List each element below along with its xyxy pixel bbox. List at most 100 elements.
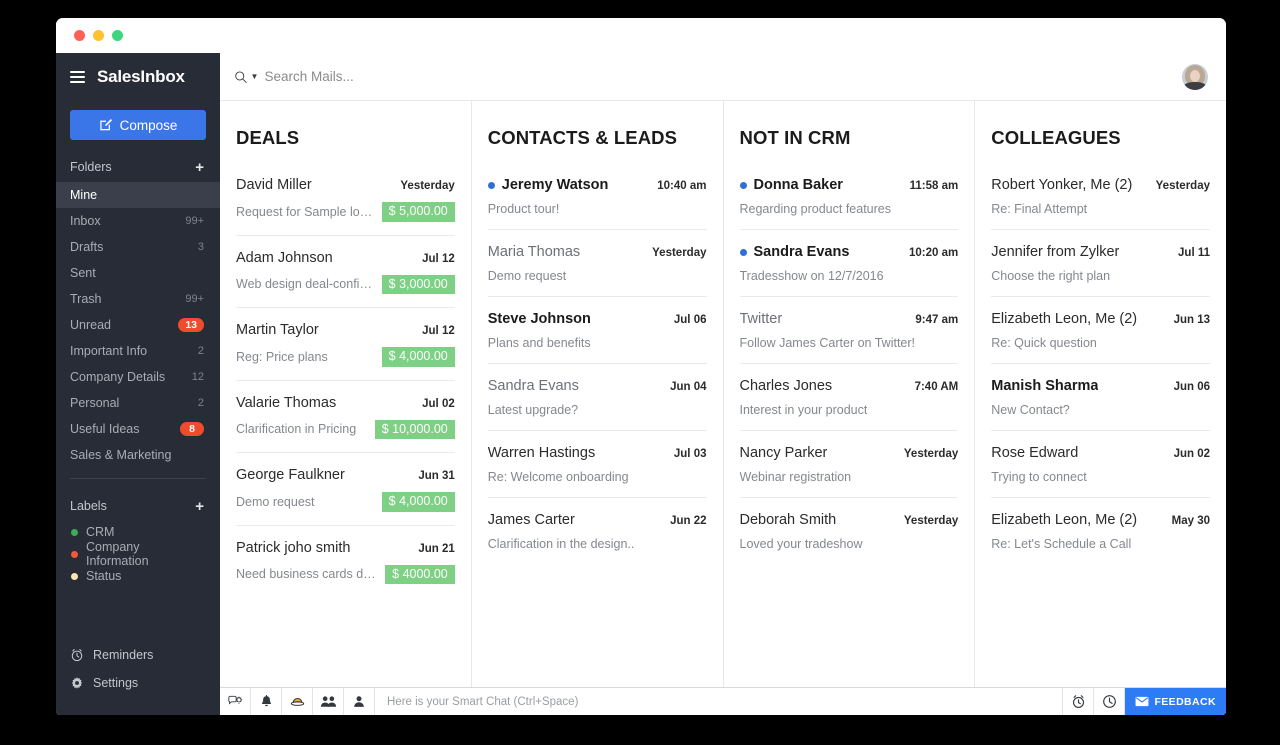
mail-item-footer: Need business cards desi.... $ 4000.00 xyxy=(236,564,455,584)
mail-sender-name: Sandra Evans xyxy=(487,378,579,394)
minimize-window-button[interactable] xyxy=(93,30,104,41)
mail-list-item[interactable]: James Carter Jun 22 Clarification in the d… xyxy=(488,498,707,564)
hamburger-menu-icon[interactable] xyxy=(70,71,85,83)
sidebar-item-important-info[interactable]: Important Info 2 xyxy=(56,338,220,364)
mail-item-footer: Re: Quick question xyxy=(991,336,1210,350)
mail-item-header: Martin Taylor Jul 12 xyxy=(236,322,455,338)
mail-list-item[interactable]: Donna Baker 11:58 am Regarding product fea… xyxy=(739,163,959,230)
bell-icon[interactable] xyxy=(251,688,282,715)
mail-item-header: Elizabeth Leon, Me (2) Jun 13 xyxy=(991,311,1210,327)
mail-list-item[interactable]: Jeremy Watson 10:40 am Product tour! xyxy=(487,163,707,230)
search-icon[interactable] xyxy=(234,70,248,84)
mail-list-item[interactable]: Sandra Evans 10:20 am Tradesshow on 12/7/2… xyxy=(739,230,959,297)
mail-date: Jun 21 xyxy=(418,542,455,555)
mail-list-item[interactable]: Jennifer from Zylker Jul 11 Choose the rig… xyxy=(991,230,1210,297)
sidebar-item-company-details[interactable]: Company Details 12 xyxy=(56,364,220,390)
folder-label: Useful Ideas xyxy=(70,422,140,436)
feedback-button[interactable]: FEEDBACK xyxy=(1125,688,1226,715)
folders-section-header: Folders + xyxy=(56,152,220,182)
close-window-button[interactable] xyxy=(74,30,85,41)
mail-sender-wrapper: Donna Baker xyxy=(739,177,843,193)
mail-item-header: Rose Edward Jun 02 xyxy=(991,445,1210,461)
user-avatar[interactable] xyxy=(1182,63,1208,90)
mail-list-item[interactable]: Rose Edward Jun 02 Trying to connect xyxy=(991,431,1210,498)
sidebar-item-inbox[interactable]: Inbox 99+ xyxy=(56,208,220,234)
search-options-chevron-down-icon[interactable]: ▼ xyxy=(251,72,259,81)
mail-list-item[interactable]: Twitter 9:47 am Follow James Carter on Twi… xyxy=(739,297,959,364)
mail-list-item[interactable]: Maria Thomas Yesterday Demo request xyxy=(487,230,707,297)
sidebar-label-status[interactable]: Status xyxy=(56,565,220,587)
pencil-compose-icon xyxy=(99,119,112,131)
mail-item-footer: Reg: Price plans $ 4,000.00 xyxy=(236,347,455,367)
sidebar-item-trash[interactable]: Trash 99+ xyxy=(56,286,220,312)
mail-item-header: Warren Hastings Jul 03 xyxy=(488,445,707,461)
mail-list-item[interactable]: Steve Johnson Jul 06 Plans and benefits xyxy=(487,297,707,364)
sidebar-item-sales-marketing[interactable]: Sales & Marketing xyxy=(56,442,220,468)
compose-button[interactable]: Compose xyxy=(70,110,206,140)
feedback-label: FEEDBACK xyxy=(1154,695,1216,708)
mail-list-item[interactable]: Elizabeth Leon, Me (2) Jun 13 Re: Quick qu… xyxy=(991,297,1210,364)
add-folder-icon[interactable]: + xyxy=(195,160,204,175)
brand-header: SalesInbox xyxy=(56,53,220,101)
add-label-icon[interactable]: + xyxy=(195,499,204,514)
sidebar-item-unread[interactable]: Unread 13 xyxy=(56,312,220,338)
single-contact-icon[interactable] xyxy=(344,688,375,715)
mail-list-item[interactable]: Robert Yonker, Me (2) Yesterday Re: Final … xyxy=(991,163,1210,230)
mail-item-header: Maria Thomas Yesterday xyxy=(488,244,707,260)
column-title: DEALS xyxy=(236,127,300,148)
mail-date: Yesterday xyxy=(400,180,455,192)
mail-item-footer: Interest in your product xyxy=(740,403,959,417)
mail-list-item[interactable]: Sandra Evans Jun 04 Latest upgrade? xyxy=(487,364,707,431)
folder-unread-badge: 13 xyxy=(178,318,204,332)
smart-chat-input[interactable]: Here is your Smart Chat (Ctrl+Space) xyxy=(375,688,1064,715)
mail-subject: Clarification in Pricing xyxy=(236,422,357,437)
mail-item-footer: Product tour! xyxy=(488,202,707,216)
group-contacts-icon[interactable] xyxy=(313,688,344,715)
sidebar-item-drafts[interactable]: Drafts 3 xyxy=(56,234,220,260)
mail-subject: Interest in your product xyxy=(739,403,868,417)
reminders-label: Reminders xyxy=(93,648,154,662)
sidebar-item-mine[interactable]: Mine xyxy=(56,182,220,208)
mail-list-item[interactable]: Manish Sharma Jun 06 New Contact? xyxy=(991,364,1210,431)
mail-sender-name: Donna Baker xyxy=(753,177,843,193)
sidebar-label-company-information[interactable]: Company Information xyxy=(56,540,220,568)
mail-list-item[interactable]: Patrick joho smith Jun 21 Need business ca… xyxy=(236,526,455,598)
mail-item-footer: Re: Final Attempt xyxy=(991,202,1210,216)
sidebar-item-settings[interactable]: Settings xyxy=(56,669,220,697)
unread-dot-icon xyxy=(739,248,747,256)
sidebar-bottom-actions: Reminders Settings xyxy=(56,641,220,715)
mail-sender-name: Warren Hastings xyxy=(487,445,596,461)
sidebar-item-reminders[interactable]: Reminders xyxy=(56,641,220,669)
mail-list-item[interactable]: Charles Jones 7:40 AM Interest in your pro… xyxy=(739,364,959,431)
mail-list-item[interactable]: George Faulkner Jun 31 Demo request $ 4,000… xyxy=(236,453,455,526)
sidebar-item-personal[interactable]: Personal 2 xyxy=(56,390,220,416)
mail-list-item[interactable]: Deborah Smith Yesterday Loved your tradesh… xyxy=(740,498,959,564)
mail-list-item[interactable]: Nancy Parker Yesterday Webinar registratio… xyxy=(739,431,959,498)
mail-subject: Need business cards desi.... xyxy=(236,567,378,582)
sidebar: SalesInbox Compose Folders + Mine Inbox 99… xyxy=(56,53,220,715)
smiley-hat-icon[interactable] xyxy=(282,688,313,715)
alarm-clock-icon[interactable] xyxy=(1063,688,1095,715)
label-color-dot-icon xyxy=(71,572,78,580)
mail-sender-name: Sandra Evans xyxy=(753,244,850,260)
mail-list-item[interactable]: Valarie Thomas Jul 02 Clarification in Pri… xyxy=(236,381,455,453)
mail-subject: Choose the right plan xyxy=(991,269,1111,283)
mail-list-item[interactable]: Warren Hastings Jul 03 Re: Welcome onboard… xyxy=(487,431,707,498)
mail-list-item[interactable]: David Miller Yesterday Request for Sample … xyxy=(236,163,455,236)
mail-list-item[interactable]: Martin Taylor Jul 12 Reg: Price plans $ 4,0… xyxy=(236,308,455,381)
mail-sender-wrapper: Robert Yonker, Me (2) xyxy=(991,177,1132,193)
mail-sender-wrapper: Manish Sharma xyxy=(991,378,1098,394)
clock-icon[interactable] xyxy=(1094,688,1126,715)
chat-settings-icon[interactable] xyxy=(220,688,251,715)
mail-sender-name: Elizabeth Leon, Me (2) xyxy=(991,512,1138,528)
deal-amount-badge: $ 3,000.00 xyxy=(381,274,455,294)
mail-list-item[interactable]: Elizabeth Leon, Me (2) May 30 Re: Let's Sc… xyxy=(991,498,1210,564)
maximize-window-button[interactable] xyxy=(112,30,123,41)
mail-item-footer: Choose the right plan xyxy=(991,269,1210,283)
mail-sender-wrapper: Warren Hastings xyxy=(488,445,595,461)
mail-date: Jun 22 xyxy=(670,515,707,527)
search-input[interactable] xyxy=(264,69,1182,84)
mail-list-item[interactable]: Adam Johnson Jul 12 Web design deal-confir… xyxy=(236,236,455,308)
sidebar-item-sent[interactable]: Sent xyxy=(56,260,220,286)
sidebar-item-useful-ideas[interactable]: Useful Ideas 8 xyxy=(56,416,220,442)
